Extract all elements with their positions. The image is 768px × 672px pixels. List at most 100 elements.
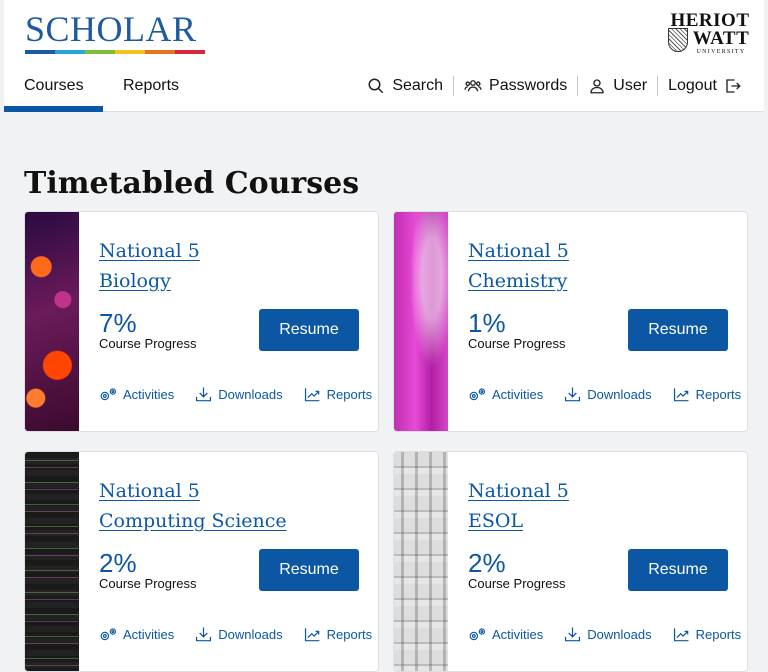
- course-links: Activities Downloads Reports: [468, 386, 741, 403]
- activities-label: Activities: [123, 387, 175, 402]
- course-title-line1: National 5: [99, 480, 200, 502]
- course-card-computing-science: National 5 Computing Science 2% Course P…: [24, 451, 379, 672]
- logo-bar-segment: [145, 50, 175, 54]
- logo-bar-segment: [25, 50, 55, 54]
- activities-link[interactable]: Activities: [99, 386, 174, 403]
- course-title-line1: National 5: [468, 480, 569, 502]
- activities-link[interactable]: Activities: [99, 626, 174, 643]
- resume-button[interactable]: Resume: [628, 309, 728, 351]
- user-link[interactable]: User: [578, 74, 657, 98]
- heriot-watt-logo: HERIOT WATT UNIVERSITY: [668, 11, 752, 55]
- course-title-link[interactable]: National 5 Chemistry: [468, 236, 569, 296]
- tab-reports[interactable]: Reports: [103, 68, 199, 112]
- course-progress-label: Course Progress: [468, 576, 566, 591]
- course-links: Activities Downloads Reports: [99, 386, 372, 403]
- chart-icon: [304, 628, 320, 642]
- course-title-link[interactable]: National 5 Biology: [99, 236, 200, 296]
- downloads-label: Downloads: [218, 387, 283, 402]
- chart-icon: [673, 628, 689, 642]
- activities-label: Activities: [492, 387, 544, 402]
- course-progress-label: Course Progress: [99, 576, 197, 591]
- logout-link[interactable]: Logout: [658, 74, 752, 98]
- header: SCHOLAR HERIOT WATT UNIVERSITY Courses R…: [4, 0, 764, 112]
- course-progress-value: 1%: [468, 308, 506, 338]
- activities-link[interactable]: Activities: [468, 386, 543, 403]
- course-title-link[interactable]: National 5 ESOL: [468, 476, 569, 536]
- course-progress-label: Course Progress: [99, 336, 197, 351]
- search-label: Search: [392, 77, 444, 94]
- user-nav: Search Passwords User Logout: [357, 74, 752, 98]
- user-label: User: [613, 77, 648, 94]
- crest-icon: [668, 28, 688, 52]
- downloads-label: Downloads: [587, 387, 652, 402]
- course-links: Activities Downloads Reports: [99, 626, 372, 643]
- reports-link[interactable]: Reports: [303, 626, 373, 643]
- downloads-link[interactable]: Downloads: [194, 626, 283, 643]
- download-icon: [565, 387, 581, 402]
- course-links: Activities Downloads Reports: [468, 626, 741, 643]
- download-icon: [565, 627, 581, 642]
- logo-bar-segment: [175, 50, 205, 54]
- logo-bar-segment: [55, 50, 85, 54]
- course-progress-value: 7%: [99, 308, 137, 338]
- downloads-link[interactable]: Downloads: [563, 626, 652, 643]
- user-icon: [590, 79, 604, 94]
- course-progress-value: 2%: [468, 548, 506, 578]
- search-icon: [368, 78, 384, 94]
- activities-icon: [100, 628, 117, 641]
- course-image: [394, 452, 448, 671]
- downloads-label: Downloads: [587, 627, 652, 642]
- course-title-line2: ESOL: [468, 510, 524, 532]
- main-tabs: Courses Reports: [4, 68, 199, 112]
- downloads-link[interactable]: Downloads: [194, 386, 283, 403]
- activities-label: Activities: [492, 627, 544, 642]
- reports-label: Reports: [326, 627, 373, 642]
- activities-icon: [100, 388, 117, 401]
- activities-label: Activities: [123, 627, 175, 642]
- reports-link[interactable]: Reports: [672, 386, 742, 403]
- course-progress-label: Course Progress: [468, 336, 566, 351]
- course-title-line2: Computing Science: [99, 510, 287, 532]
- course-card-biology: National 5 Biology 7% Course Progress Re…: [24, 211, 379, 432]
- course-title-line2: Biology: [99, 270, 171, 292]
- logo-text: SCHOLAR: [25, 9, 197, 49]
- users-icon: [464, 80, 482, 92]
- scholar-logo[interactable]: SCHOLAR: [25, 10, 205, 54]
- course-title-line2: Chemistry: [468, 270, 568, 292]
- reports-label: Reports: [695, 387, 742, 402]
- logo-bar-segment: [115, 50, 145, 54]
- download-icon: [196, 387, 212, 402]
- downloads-label: Downloads: [218, 627, 283, 642]
- activities-icon: [469, 628, 486, 641]
- logout-icon: [726, 79, 741, 93]
- downloads-link[interactable]: Downloads: [563, 386, 652, 403]
- tab-courses[interactable]: Courses: [4, 68, 103, 112]
- course-card-esol: National 5 ESOL 2% Course Progress Resum…: [393, 451, 748, 672]
- passwords-link[interactable]: Passwords: [454, 74, 577, 98]
- resume-button[interactable]: Resume: [259, 549, 359, 591]
- resume-button[interactable]: Resume: [259, 309, 359, 351]
- passwords-label: Passwords: [489, 77, 568, 94]
- course-image: [394, 212, 448, 431]
- logout-label: Logout: [668, 77, 717, 94]
- chart-icon: [304, 388, 320, 402]
- page-title: Timetabled Courses: [24, 166, 360, 201]
- search-link[interactable]: Search: [357, 74, 453, 98]
- course-image: [25, 452, 79, 671]
- download-icon: [196, 627, 212, 642]
- chart-icon: [673, 388, 689, 402]
- course-card-chemistry: National 5 Chemistry 1% Course Progress …: [393, 211, 748, 432]
- activities-link[interactable]: Activities: [468, 626, 543, 643]
- activities-icon: [469, 388, 486, 401]
- reports-label: Reports: [326, 387, 373, 402]
- course-title-line1: National 5: [99, 240, 200, 262]
- reports-link[interactable]: Reports: [672, 626, 742, 643]
- resume-button[interactable]: Resume: [628, 549, 728, 591]
- course-title-link[interactable]: National 5 Computing Science: [99, 476, 287, 536]
- course-progress-value: 2%: [99, 548, 137, 578]
- course-image: [25, 212, 79, 431]
- course-title-line1: National 5: [468, 240, 569, 262]
- reports-label: Reports: [695, 627, 742, 642]
- logo-color-bar: [25, 50, 205, 54]
- reports-link[interactable]: Reports: [303, 386, 373, 403]
